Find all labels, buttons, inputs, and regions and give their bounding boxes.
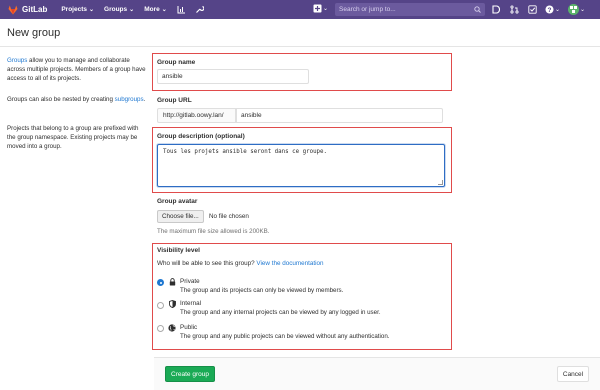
visibility-public-radio[interactable] bbox=[157, 325, 164, 332]
file-status: No file chosen bbox=[209, 213, 249, 220]
brand[interactable]: GitLab bbox=[8, 5, 47, 15]
merge-request-icon[interactable] bbox=[509, 5, 519, 15]
cancel-button[interactable]: Cancel bbox=[557, 366, 589, 382]
resize-handle-icon[interactable] bbox=[438, 180, 443, 185]
nav-more[interactable]: More ⌄ bbox=[144, 6, 167, 13]
subgroups-link[interactable]: subgroups bbox=[115, 96, 144, 103]
group-description-textarea[interactable]: Tous les projets ansible seront dans ce … bbox=[157, 144, 445, 187]
visibility-internal-radio[interactable] bbox=[157, 302, 164, 309]
help-dropdown[interactable]: ? ⌄ bbox=[545, 5, 560, 14]
visibility-question-text: Who will be able to see this group? bbox=[157, 260, 255, 267]
nav-projects[interactable]: Projects ⌄ bbox=[61, 6, 94, 13]
group-url-label: Group URL bbox=[157, 97, 192, 104]
chevron-down-icon: ⌄ bbox=[323, 6, 329, 12]
namespace-description: Projects that belong to a group are pref… bbox=[7, 125, 139, 150]
group-url-prefix: http://gitlab.oowy.lan/ bbox=[157, 108, 236, 123]
visibility-internal-title: Internal bbox=[180, 300, 202, 307]
form-actions bbox=[154, 357, 600, 390]
nav-groups[interactable]: Groups ⌄ bbox=[104, 6, 134, 13]
activity-chart-icon[interactable] bbox=[177, 5, 187, 15]
search-input[interactable]: Search or jump to... bbox=[339, 6, 474, 13]
group-description-value: Tous les projets ansible seront dans ce … bbox=[163, 149, 328, 155]
nav-groups-label: Groups bbox=[104, 6, 128, 13]
group-name-label: Group name bbox=[157, 59, 196, 66]
group-description-label: Group description (optional) bbox=[157, 133, 245, 140]
page-title: New group bbox=[7, 27, 61, 39]
chevron-down-icon: ⌄ bbox=[555, 7, 561, 13]
todo-check-icon[interactable] bbox=[527, 5, 537, 15]
search-icon bbox=[474, 6, 481, 13]
visibility-public-title: Public bbox=[180, 324, 198, 331]
new-dropdown-button[interactable]: ⌄ bbox=[313, 4, 328, 13]
subgroups-period: . bbox=[143, 96, 146, 103]
visibility-internal-desc: The group and any internal projects can … bbox=[180, 309, 381, 316]
avatar[interactable] bbox=[568, 4, 580, 15]
nav-more-label: More bbox=[144, 6, 160, 13]
divider bbox=[0, 46, 600, 47]
shield-icon bbox=[168, 300, 176, 308]
choose-file-button[interactable]: Choose file... bbox=[157, 210, 204, 223]
groups-description-text: allow you to manage and collaborate acro… bbox=[7, 57, 146, 82]
visibility-private-desc: The group and its projects can only be v… bbox=[180, 287, 344, 294]
subgroups-text: Groups can also be nested by creating bbox=[7, 96, 115, 103]
groups-description: Groups allow you to manage and collabora… bbox=[7, 57, 147, 83]
navbar-right-icons: ? ⌄ ⌄ bbox=[491, 4, 585, 15]
brand-name: GitLab bbox=[22, 5, 48, 14]
visibility-private-radio[interactable] bbox=[157, 279, 164, 286]
search-box[interactable]: Search or jump to... bbox=[335, 3, 485, 16]
help-icon: ? bbox=[545, 5, 554, 14]
visibility-doc-link[interactable]: View the documentation bbox=[256, 260, 323, 267]
chevron-down-icon: ⌄ bbox=[89, 7, 95, 13]
gitlab-logo-icon bbox=[8, 5, 18, 14]
svg-text:?: ? bbox=[548, 7, 552, 14]
create-group-button[interactable]: Create group bbox=[165, 366, 215, 382]
groups-link[interactable]: Groups bbox=[7, 57, 27, 64]
chevron-down-icon: ⌄ bbox=[129, 7, 135, 13]
globe-icon bbox=[168, 324, 176, 332]
visibility-label: Visibility level bbox=[157, 247, 200, 254]
group-name-input[interactable]: ansible bbox=[157, 69, 309, 84]
nav-projects-label: Projects bbox=[61, 6, 87, 13]
visibility-question: Who will be able to see this group? View… bbox=[157, 260, 324, 267]
wrench-icon[interactable] bbox=[195, 5, 205, 15]
group-path-input[interactable]: ansible bbox=[236, 108, 443, 123]
top-navbar: GitLab Projects ⌄ Groups ⌄ More ⌄ ⌄ Search … bbox=[0, 0, 600, 19]
subgroups-description: Groups can also be nested by creating su… bbox=[7, 96, 147, 105]
chevron-down-icon: ⌄ bbox=[161, 7, 167, 13]
visibility-private-title: Private bbox=[180, 278, 200, 285]
avatar-help-text: The maximum file size allowed is 200KB. bbox=[157, 228, 270, 235]
todo-d-icon[interactable] bbox=[491, 5, 501, 15]
visibility-public-desc: The group and any public projects can be… bbox=[180, 333, 390, 340]
plus-square-icon bbox=[313, 4, 322, 13]
chevron-down-icon[interactable]: ⌄ bbox=[580, 6, 585, 13]
group-avatar-label: Group avatar bbox=[157, 198, 198, 205]
lock-icon bbox=[168, 278, 176, 286]
nav-menu: Projects ⌄ Groups ⌄ More ⌄ bbox=[61, 5, 212, 15]
